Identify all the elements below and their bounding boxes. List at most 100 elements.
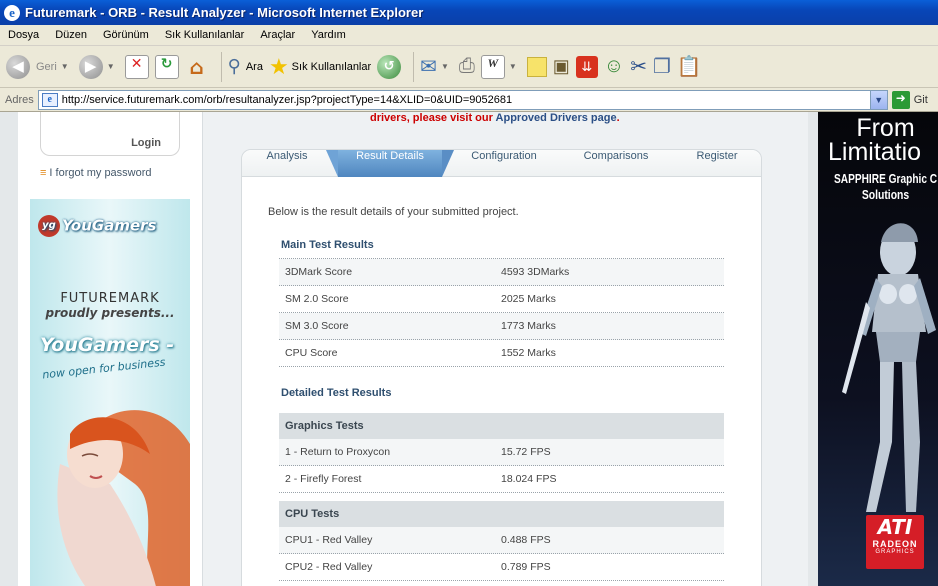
forgot-password-link[interactable]: ≡ I forgot my password [40,167,152,179]
forward-button[interactable]: ▶ ▼ [78,51,119,83]
stop-button[interactable]: ✕ [124,51,149,83]
forward-arrow-icon: ▶ [78,54,103,79]
tab-configuration[interactable]: Configuration [454,150,554,177]
main-area: drivers, please visit our Approved Drive… [204,112,808,586]
back-button[interactable]: ◀ Geri ▼ [6,51,73,83]
yougamers-logo: yg YouGamers [38,215,156,237]
menu-file[interactable]: Dosya [0,29,47,41]
research-button[interactable]: ▣ [553,51,570,83]
menu-tools[interactable]: Araçlar [252,29,303,41]
result-value: 1552 Marks [501,347,556,359]
research-icon: ▣ [552,56,570,76]
ati-logo: ATI RADEON GRAPHICS [866,515,924,569]
result-panel: Analysis Result Details Configuration Co… [241,149,762,586]
ati-radeon: RADEON [872,539,918,549]
menu-favorites[interactable]: Sık Kullanılanlar [157,29,253,41]
refresh-button[interactable]: ↻ [154,51,179,83]
menu-edit[interactable]: Düzen [47,29,95,41]
login-button[interactable]: Login [131,137,161,149]
page-icon: e [41,92,58,107]
detailed-results-table: Graphics Tests 1 - Return to Proxycon 15… [279,413,724,581]
ad-now-open: now open for business [41,355,167,382]
right-gutter [808,112,818,586]
back-dropdown-icon[interactable]: ▼ [61,62,69,71]
login-box: Login [40,112,180,156]
cpu-tests-header: CPU Tests [279,501,724,527]
result-value: 4593 3DMarks [501,266,570,278]
cut-button[interactable]: ✂ [630,51,647,83]
left-gutter [0,112,18,586]
mail-dropdown-icon[interactable]: ▼ [441,62,449,71]
result-name: CPU Score [285,347,338,359]
messenger-button[interactable]: ☺ [604,51,624,83]
result-name: SM 3.0 Score [285,320,349,332]
favorites-button[interactable]: ★ Sık Kullanılanlar [269,51,371,83]
home-button[interactable]: ⌂ [185,51,209,83]
result-value: 2025 Marks [501,293,556,305]
menu-view[interactable]: Görünüm [95,29,157,41]
tab-bar: Analysis Result Details Configuration Co… [242,150,761,177]
edit-button[interactable]: W ▼ [480,51,521,83]
table-row: CPU Score 1552 Marks [279,340,724,367]
scissors-icon: ✂ [630,56,647,78]
graphics-tests-header: Graphics Tests [279,413,724,439]
ati-brand: ATI [877,515,913,539]
messenger-icon: ☺ [603,55,625,77]
result-name: 2 - Firefly Forest [285,473,362,485]
left-sidebar: Login ≡ I forgot my password yg YouGamers … [18,112,203,586]
word-icon: W [480,54,505,79]
intro-text: Below is the result details of your subm… [268,206,519,218]
forgot-password-label: I forgot my password [49,167,152,179]
window-title: Futuremark - ORB - Result Analyzer - Mic… [25,5,424,20]
tab-analysis[interactable]: Analysis [242,150,332,177]
yougamers-ad[interactable]: yg YouGamers FUTUREMARK proudly presents.… [30,199,190,586]
result-name: SM 2.0 Score [285,293,349,305]
menu-help[interactable]: Yardım [303,29,354,41]
paste-button[interactable]: 📋 [677,51,702,83]
search-label: Ara [245,60,263,73]
notes-button[interactable] [526,51,547,83]
search-icon: ⚲ [227,56,241,76]
result-value: 18.024 FPS [501,473,557,485]
result-name: 1 - Return to Proxycon [285,446,391,458]
clipboard-icon: 📋 [676,56,702,78]
tab-result-details[interactable]: Result Details [326,150,454,177]
toolbar: ◀ Geri ▼ ▶ ▼ ✕ ↻ ⌂ ⚲ Ara ★ Sık Kullanıla… [0,46,938,88]
address-bar: Adres e http://service.futuremark.com/or… [0,88,938,112]
table-row: CPU1 - Red Valley 0.488 FPS [279,527,724,554]
tab-comparisons[interactable]: Comparisons [568,150,664,177]
go-button[interactable]: ➜ Git [891,90,928,109]
refresh-icon: ↻ [154,54,179,79]
approved-drivers-link[interactable]: Approved Drivers page [496,112,617,124]
back-label: Geri [36,60,57,73]
menu-bar: Dosya Düzen Görünüm Sık Kullanılanlar Ar… [0,25,938,46]
address-input[interactable]: e http://service.futuremark.com/orb/resu… [37,89,888,110]
sapphire-ad[interactable]: From Limitatio SAPPHIRE Graphic C Soluti… [818,112,938,586]
table-row: SM 3.0 Score 1773 Marks [279,313,724,340]
address-dropdown-icon[interactable]: ▼ [869,90,887,109]
favorites-label: Sık Kullanılanlar [291,60,372,73]
copy-button[interactable]: ❐ [653,51,671,83]
history-icon: ↺ [377,54,402,79]
ie-icon: e [4,4,20,21]
ad-solutions: Solutions [861,187,910,202]
tab-register[interactable]: Register [674,150,760,177]
download-button[interactable]: ⇊ [575,51,598,83]
title-bar: e Futuremark - ORB - Result Analyzer - M… [0,0,938,25]
ad-futuremark: FUTUREMARK [60,291,160,306]
result-value: 15.72 FPS [501,446,551,458]
toolbar-separator [220,51,222,82]
edit-dropdown-icon[interactable]: ▼ [509,62,517,71]
result-name: CPU1 - Red Valley [285,534,373,546]
history-button[interactable]: ↺ [377,51,402,83]
ad-limitation: Limitatio [828,138,922,166]
ad-sapphire: SAPPHIRE Graphic C [834,171,938,186]
main-results-table: 3DMark Score 4593 3DMarks SM 2.0 Score 2… [279,258,724,367]
address-url: http://service.futuremark.com/orb/result… [61,93,513,106]
search-button[interactable]: ⚲ Ara [228,51,263,83]
print-button[interactable]: ⎙ [459,51,475,83]
table-row: 3DMark Score 4593 3DMarks [279,259,724,286]
mail-button[interactable]: ✉ ▼ [420,51,453,83]
forward-dropdown-icon[interactable]: ▼ [107,62,115,71]
